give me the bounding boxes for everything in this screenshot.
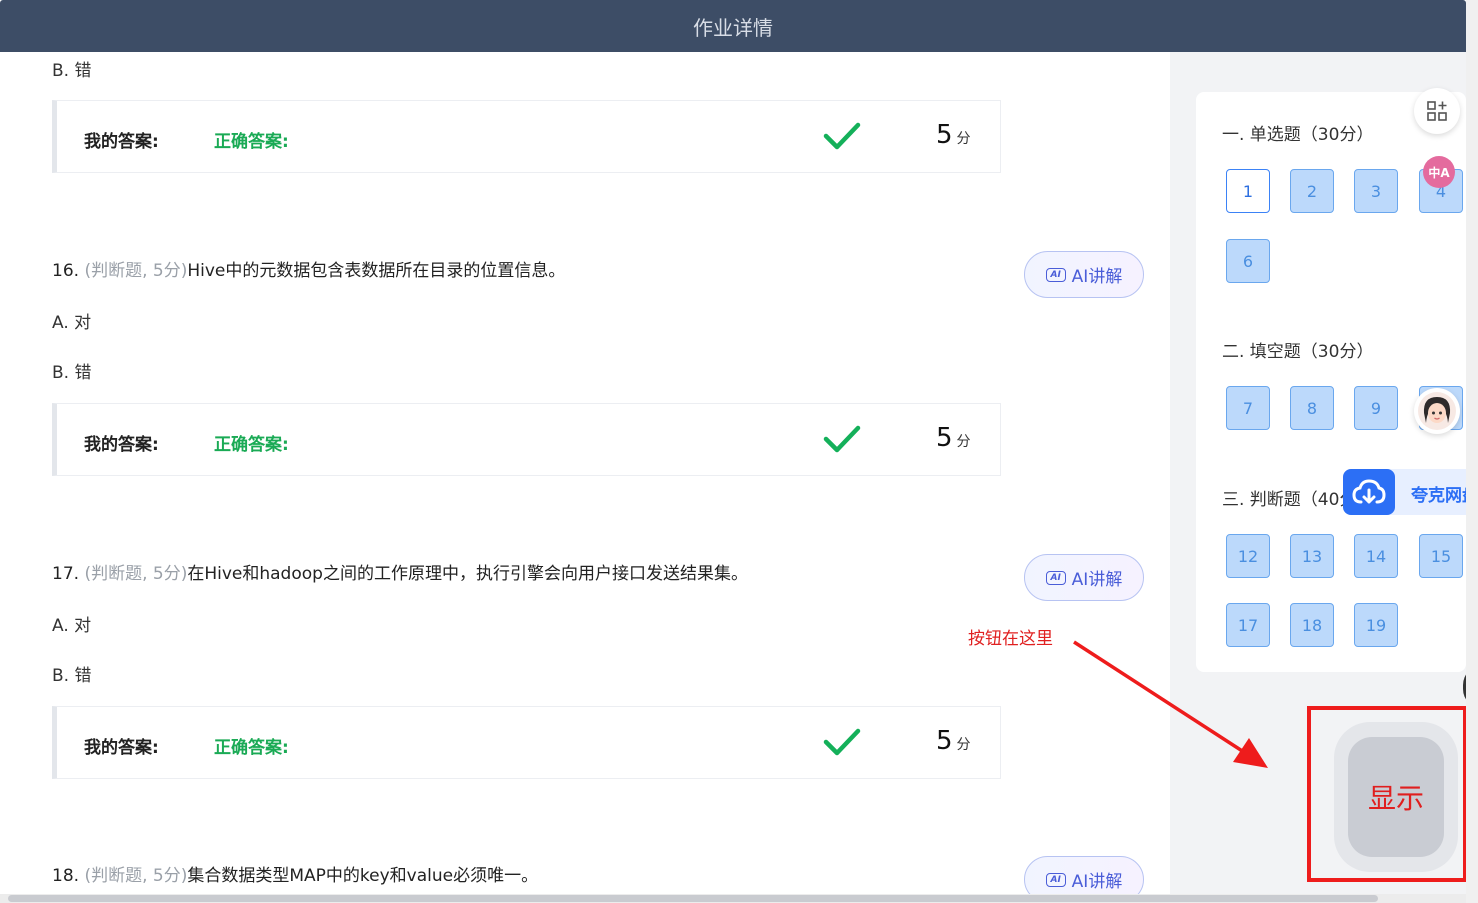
question-nav-item[interactable]: 3 [1354,169,1398,213]
question-title: 16. (判断题, 5分)Hive中的元数据包含表数据所在目录的位置信息。 [52,261,566,281]
option-b[interactable]: B. 错 [52,661,91,686]
score: 5分 [936,120,971,150]
correct-answer-label: 正确答案: [214,435,289,455]
my-answer-label: 我的答案: [84,738,159,758]
my-answer-label: 我的答案: [84,132,159,152]
checkmark-icon [823,122,861,150]
option-a[interactable]: A. 对 [52,611,91,636]
ai-explain-button[interactable]: AI AI讲解 [1024,554,1144,601]
correct-answer-label: 正确答案: [214,132,289,152]
question-nav-item[interactable]: 1 [1226,169,1270,213]
ai-icon: AI [1045,872,1066,887]
option-b[interactable]: B. 错 [52,358,91,383]
question-title: 18. (判断题, 5分)集合数据类型MAP中的key和value必须唯一。 [52,866,539,886]
question-nav-item[interactable]: 9 [1354,386,1398,430]
question-nav-item[interactable]: 19 [1354,603,1398,647]
page-header: 作业详情 [0,0,1466,52]
question-nav-item[interactable]: 13 [1290,534,1334,578]
option-b: B. 错 [52,61,92,81]
answer-box: 我的答案: 正确答案: 5分 [52,100,1001,173]
question-nav-item[interactable]: 7 [1226,386,1270,430]
ai-icon: AI [1045,267,1066,282]
question-nav-item[interactable]: 12 [1226,534,1270,578]
checkmark-icon [823,728,861,756]
answer-box: 我的答案: 正确答案: 5分 [52,403,1001,476]
option-a[interactable]: A. 对 [52,308,91,333]
question-nav-item[interactable]: 15 [1419,534,1463,578]
assistant-avatar-icon[interactable] [1414,388,1460,434]
annotation-arrow-icon [1073,640,1268,768]
apps-add-icon[interactable] [1414,88,1460,134]
scrollbar-thumb[interactable] [8,895,1378,902]
translate-icon[interactable]: 中A [1423,156,1455,188]
checkmark-icon [823,425,861,453]
ai-explain-button[interactable]: AI AI讲解 [1024,251,1144,298]
show-button[interactable]: 显示 [1348,737,1444,857]
annotation-text: 按钮在这里 [968,629,1053,649]
score: 5分 [936,423,971,453]
question-nav-item[interactable]: 6 [1226,239,1270,283]
section-title-fill-blank: 二. 填空题（30分） [1222,342,1374,362]
correct-answer-label: 正确答案: [214,738,289,758]
question-title: 17. (判断题, 5分)在Hive和hadoop之间的工作原理中，执行引擎会向… [52,564,748,584]
answer-box: 我的答案: 正确答案: 5分 [52,706,1001,779]
question-nav-item[interactable]: 8 [1290,386,1334,430]
quark-drive-widget[interactable]: 夸克网盘 [1343,469,1478,515]
score: 5分 [936,726,971,756]
horizontal-scrollbar[interactable] [0,894,1466,903]
ai-icon: AI [1045,570,1066,585]
cloud-icon [1343,469,1395,515]
question-nav-item[interactable]: 18 [1290,603,1334,647]
question-nav-item[interactable]: 2 [1290,169,1334,213]
page-title: 作业详情 [693,15,773,40]
vertical-scrollbar[interactable] [1466,0,1478,903]
my-answer-label: 我的答案: [84,435,159,455]
question-nav-item[interactable]: 14 [1354,534,1398,578]
section-title-single-choice: 一. 单选题（30分） [1222,125,1374,145]
